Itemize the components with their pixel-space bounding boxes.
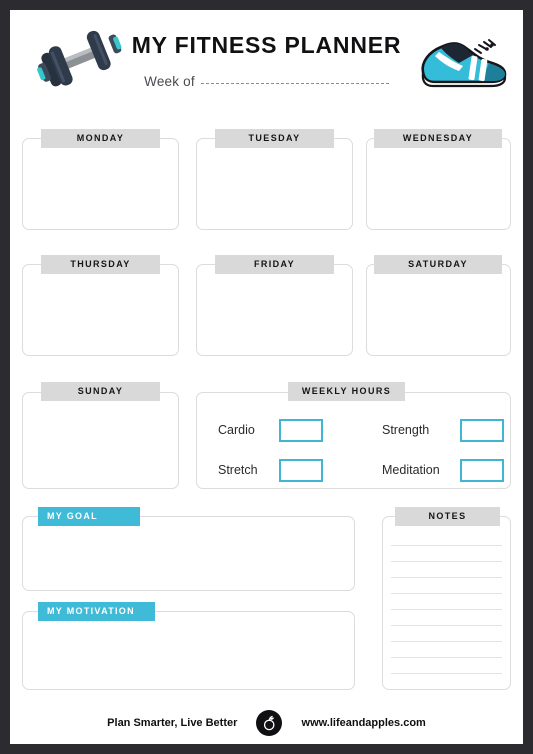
day-label-friday: FRIDAY: [215, 255, 334, 274]
weekly-hours-input-cardio[interactable]: [279, 419, 323, 442]
notes-line: [391, 561, 502, 562]
day-label-monday: MONDAY: [41, 129, 160, 148]
weekly-hours-label-meditation: Meditation: [382, 463, 440, 477]
motivation-box[interactable]: [22, 611, 355, 690]
fitness-planner-page: MY FITNESS PLANNER Week of MONDAY TUESDA…: [0, 0, 533, 754]
footer-url[interactable]: www.lifeandapples.com: [302, 717, 426, 729]
week-of-input[interactable]: [200, 83, 389, 84]
weekly-hours-input-strength[interactable]: [460, 419, 504, 442]
notes-label: NOTES: [395, 507, 500, 526]
weekly-hours-label: WEEKLY HOURS: [288, 382, 405, 401]
weekly-hours-input-stretch[interactable]: [279, 459, 323, 482]
day-label-wednesday: WEDNESDAY: [374, 129, 502, 148]
day-box-tuesday[interactable]: [196, 138, 353, 230]
notes-line: [391, 545, 502, 546]
notes-line: [391, 609, 502, 610]
planner-sheet: MY FITNESS PLANNER Week of MONDAY TUESDA…: [10, 10, 523, 744]
weekly-hours-label-cardio: Cardio: [218, 423, 255, 437]
day-box-thursday[interactable]: [22, 264, 179, 356]
apple-logo-icon: [256, 710, 283, 736]
day-label-thursday: THURSDAY: [41, 255, 160, 274]
notes-line: [391, 673, 502, 674]
day-label-tuesday: TUESDAY: [215, 129, 334, 148]
weekly-hours-input-meditation[interactable]: [460, 459, 504, 482]
running-shoe-icon: [415, 32, 511, 95]
page-header: MY FITNESS PLANNER Week of: [10, 10, 523, 108]
day-box-friday[interactable]: [196, 264, 353, 356]
goal-box[interactable]: [22, 516, 355, 591]
day-label-sunday: SUNDAY: [41, 382, 160, 401]
weekly-hours-label-strength: Strength: [382, 423, 430, 437]
week-of-label: Week of: [144, 74, 195, 89]
day-box-sunday[interactable]: [22, 392, 179, 489]
notes-box[interactable]: [382, 516, 511, 690]
footer-tagline: Plan Smarter, Live Better: [107, 717, 238, 729]
goal-label: MY GOAL: [38, 507, 140, 526]
notes-line: [391, 625, 502, 626]
page-footer: Plan Smarter, Live Better www.lifeandapp…: [10, 710, 523, 744]
day-box-wednesday[interactable]: [366, 138, 511, 230]
weekly-hours-label-stretch: Stretch: [218, 463, 258, 477]
notes-line: [391, 641, 502, 642]
day-label-saturday: SATURDAY: [374, 255, 502, 274]
motivation-label: MY MOTIVATION: [38, 602, 155, 621]
notes-line: [391, 577, 502, 578]
day-box-monday[interactable]: [22, 138, 179, 230]
notes-line: [391, 593, 502, 594]
notes-line: [391, 657, 502, 658]
day-box-saturday[interactable]: [366, 264, 511, 356]
